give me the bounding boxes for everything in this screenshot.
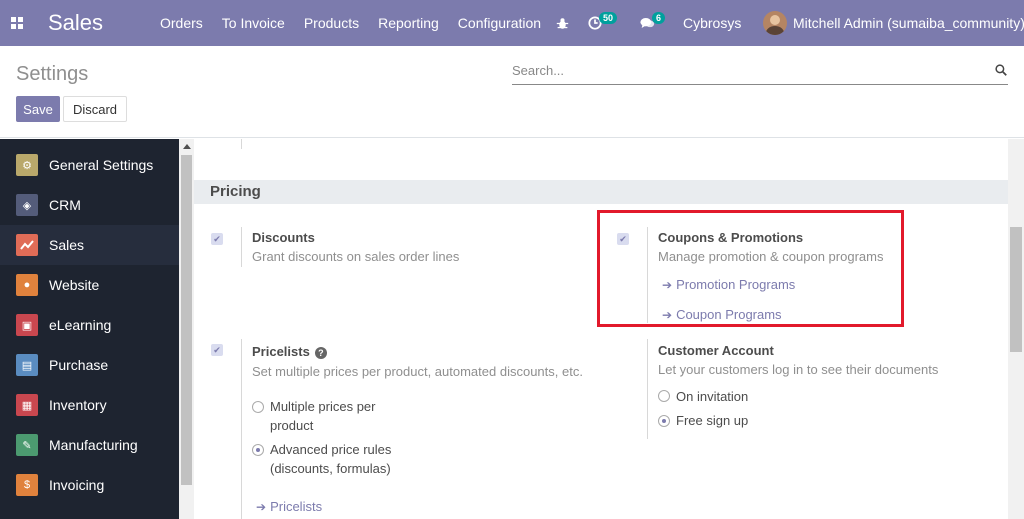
customer-account-title: Customer Account	[658, 343, 774, 358]
search-input[interactable]	[512, 63, 972, 78]
radio-label-free-sign-up: Free sign up	[676, 413, 749, 428]
help-question-icon[interactable]: ?	[314, 347, 327, 359]
search-icon[interactable]	[995, 64, 1007, 76]
sidebar-item-label: Sales	[49, 237, 85, 253]
activity-count-badge: 50	[599, 12, 618, 24]
sidebar-item-website[interactable]: ● Website	[0, 265, 179, 305]
discounts-description: Grant discounts on sales order lines	[252, 249, 460, 264]
user-name: Mitchell Admin (sumaiba_community)	[793, 15, 1024, 31]
menu-products[interactable]: Products	[304, 15, 359, 31]
gear-icon: ⚙	[16, 154, 38, 176]
pricelists-checkbox[interactable]: ✔	[211, 344, 223, 356]
radio-on-invitation[interactable]	[658, 390, 670, 402]
pricelists-description: Set multiple prices per product, automat…	[252, 364, 583, 379]
radio-advanced-price-rules[interactable]	[252, 444, 264, 456]
content-scrollbar[interactable]	[1008, 139, 1024, 519]
menu-configuration[interactable]: Configuration	[458, 15, 541, 31]
menu-reporting[interactable]: Reporting	[378, 15, 439, 31]
sidebar-item-label: CRM	[49, 197, 81, 213]
radio-label-advanced-price-rules: Advanced price rules (discounts, formulas…	[270, 442, 392, 476]
sidebar-item-label: Invoicing	[49, 477, 105, 493]
avatar	[763, 11, 787, 35]
pricelists-title: Pricelists?	[252, 344, 327, 359]
sidebar-item-elearning[interactable]: ▣ eLearning	[0, 305, 179, 345]
discounts-checkbox[interactable]: ✔	[211, 233, 223, 245]
divider	[241, 339, 242, 519]
top-navbar: Sales Orders To Invoice Products Reporti…	[0, 0, 1024, 46]
sidebar-item-inventory[interactable]: ▦ Inventory	[0, 385, 179, 425]
message-count-badge: 6	[652, 12, 666, 24]
handshake-icon: ◈	[16, 194, 38, 216]
activity-button[interactable]: 50	[588, 0, 618, 46]
highlight-box	[597, 210, 904, 327]
user-menu[interactable]: Mitchell Admin (sumaiba_community)	[763, 11, 1024, 35]
scroll-up-arrow-icon[interactable]	[183, 144, 191, 149]
box-icon: ▦	[16, 394, 38, 416]
sidebar-item-crm[interactable]: ◈ CRM	[0, 185, 179, 225]
messages-button[interactable]: 6	[640, 0, 666, 46]
chart-icon	[16, 234, 38, 256]
elearning-icon: ▣	[16, 314, 38, 336]
menu-to-invoice[interactable]: To Invoice	[222, 15, 285, 31]
section-title-pricing: Pricing	[194, 180, 1008, 204]
menu-orders[interactable]: Orders	[160, 15, 203, 31]
search-bar	[512, 59, 1008, 85]
pricelists-link[interactable]: ➔ Pricelists	[256, 499, 322, 514]
sidebar-item-label: Purchase	[49, 357, 109, 373]
radio-label-on-invitation: On invitation	[676, 389, 749, 404]
sidebar-scrollbar[interactable]	[179, 139, 194, 519]
company-switcher[interactable]: Cybrosys	[683, 15, 741, 31]
sidebar-item-label: Website	[49, 277, 100, 293]
divider	[647, 339, 648, 439]
control-panel: Settings Save Discard	[0, 46, 1024, 138]
customer-account-description: Let your customers log in to see their d…	[658, 362, 939, 377]
radio-multiple-prices[interactable]	[252, 401, 264, 413]
app-title[interactable]: Sales	[48, 10, 103, 36]
discard-button[interactable]: Discard	[63, 96, 127, 122]
arrow-right-icon: ➔	[256, 499, 267, 514]
radio-label-multiple-prices: Multiple prices per product	[270, 399, 376, 433]
main-menu: Orders To Invoice Products Reporting Con…	[160, 15, 560, 31]
globe-icon: ●	[16, 274, 38, 296]
sidebar-item-label: Manufacturing	[49, 437, 138, 453]
save-button[interactable]: Save	[16, 96, 60, 122]
divider	[241, 139, 242, 149]
sidebar-item-label: Inventory	[49, 397, 107, 413]
content-scrollbar-thumb[interactable]	[1010, 227, 1022, 352]
sidebar-item-invoicing[interactable]: $ Invoicing	[0, 465, 179, 505]
sidebar-item-manufacturing[interactable]: ✎ Manufacturing	[0, 425, 179, 465]
debug-bug-icon[interactable]	[556, 0, 569, 46]
apps-menu-icon[interactable]	[11, 17, 23, 29]
settings-content: Pricing ✔ Discounts Grant discounts on s…	[194, 139, 1008, 519]
page-title: Settings	[16, 63, 89, 85]
discounts-title: Discounts	[252, 230, 315, 245]
purchase-icon: ▤	[16, 354, 38, 376]
sidebar-scrollbar-thumb[interactable]	[181, 155, 192, 485]
settings-sidebar: ⚙ General Settings ◈ CRM Sales ● Website…	[0, 139, 179, 519]
sidebar-item-sales[interactable]: Sales	[0, 225, 179, 265]
sidebar-item-label: eLearning	[49, 317, 112, 333]
radio-free-sign-up[interactable]	[658, 415, 670, 427]
divider	[241, 227, 242, 267]
wrench-icon: ✎	[16, 434, 38, 456]
sidebar-item-label: General Settings	[49, 157, 154, 173]
sidebar-item-purchase[interactable]: ▤ Purchase	[0, 345, 179, 385]
sidebar-item-general-settings[interactable]: ⚙ General Settings	[0, 145, 179, 185]
invoice-icon: $	[16, 474, 38, 496]
